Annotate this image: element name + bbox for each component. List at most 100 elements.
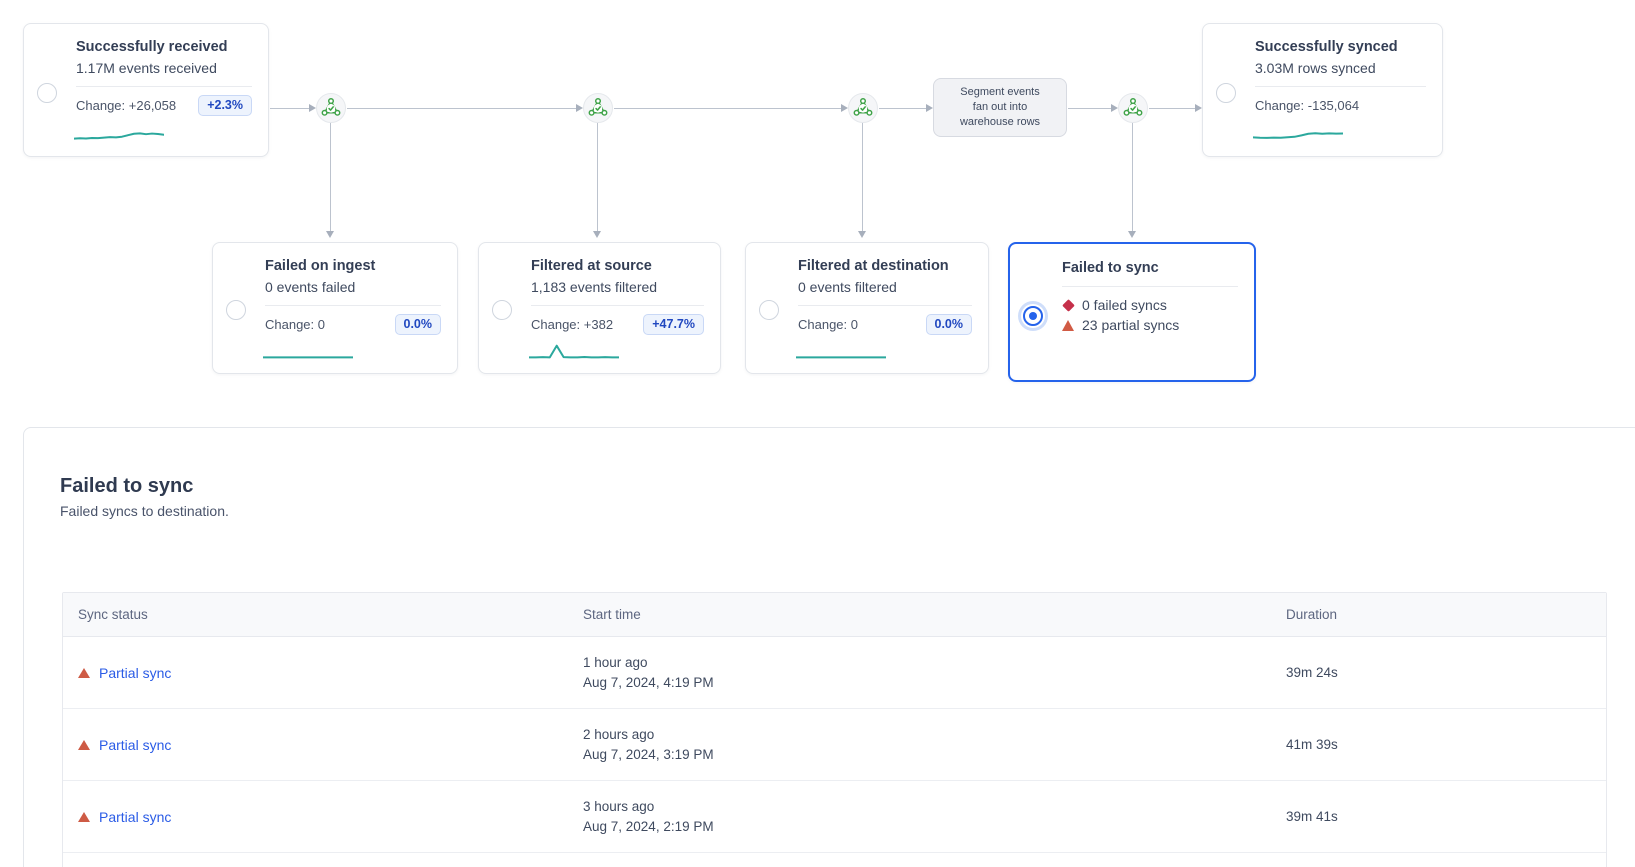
start-time-relative: 2 hours ago — [583, 725, 1286, 745]
card-subtitle: 0 events failed — [265, 277, 441, 298]
change-label: Change: +382 — [531, 317, 613, 332]
column-header-duration: Duration — [1286, 607, 1606, 622]
fanout-note-line: warehouse rows — [960, 115, 1040, 130]
flow-connector — [347, 108, 576, 109]
delivery-step-icon — [316, 93, 346, 123]
change-badge: +2.3% — [198, 95, 252, 116]
flow-connector — [330, 123, 331, 231]
card-filtered-at-destination[interactable]: Filtered at destination 0 events filtere… — [745, 242, 989, 374]
segment-connection-icon — [1122, 97, 1144, 119]
divider — [798, 305, 972, 306]
flow-connector — [597, 123, 598, 231]
arrowhead-icon — [593, 231, 601, 238]
delivery-step-icon — [848, 93, 878, 123]
table-row: Partial sync 2 hours ago Aug 7, 2024, 3:… — [63, 709, 1606, 781]
arrowhead-icon — [926, 104, 933, 112]
section-subtitle: Failed syncs to destination. — [60, 503, 229, 519]
divider — [1062, 286, 1238, 287]
start-time-datetime: Aug 7, 2024, 2:19 PM — [583, 817, 1286, 837]
delivery-step-icon — [583, 93, 613, 123]
sync-status-link[interactable]: Partial sync — [99, 809, 171, 825]
column-header-sync-status: Sync status — [63, 607, 583, 622]
sparkline-chart — [796, 343, 886, 361]
table-row: Partial sync 3 hours ago Aug 7, 2024, 2:… — [63, 781, 1606, 853]
section-title: Failed to sync — [60, 475, 193, 498]
sparkline-chart — [263, 343, 353, 361]
failed-syncs-diamond-icon — [1062, 299, 1075, 312]
duration-value: 41m 39s — [1286, 737, 1606, 752]
start-time-relative: 1 hour ago — [583, 653, 1286, 673]
delivery-overview-page: Segment events fan out into warehouse ro… — [0, 0, 1635, 867]
fanout-note-line: fan out into — [973, 100, 1027, 115]
sparkline-chart — [1253, 126, 1343, 144]
divider — [1255, 86, 1426, 87]
card-failed-on-ingest[interactable]: Failed on ingest 0 events failed Change:… — [212, 242, 458, 374]
change-label: Change: 0 — [265, 317, 325, 332]
table-row: Partial sync 1 hour ago Aug 7, 2024, 4:1… — [63, 637, 1606, 709]
radio-failed-to-sync[interactable] — [1023, 306, 1043, 326]
fanout-note-line: Segment events — [960, 85, 1040, 100]
fanout-note: Segment events fan out into warehouse ro… — [933, 78, 1067, 137]
divider — [265, 305, 441, 306]
radio-successfully-received[interactable] — [37, 83, 57, 103]
segment-connection-icon — [587, 97, 609, 119]
change-badge: +47.7% — [643, 314, 704, 335]
flow-connector — [614, 108, 841, 109]
card-subtitle: 1,183 events filtered — [531, 277, 704, 298]
change-label: Change: -135,064 — [1255, 98, 1359, 113]
column-header-start-time: Start time — [583, 607, 1286, 622]
partial-syncs-stat: 23 partial syncs — [1082, 315, 1179, 335]
arrowhead-icon — [576, 104, 583, 112]
radio-filtered-at-destination[interactable] — [759, 300, 779, 320]
arrowhead-icon — [1128, 231, 1136, 238]
flow-connector — [862, 123, 863, 231]
card-title: Successfully received — [76, 37, 252, 58]
card-subtitle: 1.17M events received — [76, 58, 252, 79]
flow-connector — [1149, 108, 1195, 109]
card-title: Successfully synced — [1255, 37, 1426, 58]
change-badge: 0.0% — [926, 314, 973, 335]
segment-connection-icon — [852, 97, 874, 119]
change-label: Change: 0 — [798, 317, 858, 332]
change-label: Change: +26,058 — [76, 98, 176, 113]
duration-value: 39m 24s — [1286, 665, 1606, 680]
partial-sync-triangle-icon — [78, 668, 90, 678]
partial-sync-triangle-icon — [78, 740, 90, 750]
table-header-row: Sync status Start time Duration — [63, 593, 1606, 637]
divider — [531, 305, 704, 306]
radio-successfully-synced[interactable] — [1216, 83, 1236, 103]
arrowhead-icon — [858, 231, 866, 238]
card-subtitle: 0 events filtered — [798, 277, 972, 298]
radio-failed-on-ingest[interactable] — [226, 300, 246, 320]
start-time-datetime: Aug 7, 2024, 3:19 PM — [583, 745, 1286, 765]
sparkline-chart — [74, 126, 164, 144]
duration-value: 39m 41s — [1286, 809, 1606, 824]
card-title: Failed to sync — [1062, 258, 1238, 279]
flow-connector — [1068, 108, 1111, 109]
card-successfully-synced[interactable]: Successfully synced 3.03M rows synced Ch… — [1202, 23, 1443, 157]
sync-status-link[interactable]: Partial sync — [99, 737, 171, 753]
sync-table: Sync status Start time Duration Partial … — [62, 592, 1607, 867]
card-title: Filtered at source — [531, 256, 704, 277]
arrowhead-icon — [1111, 104, 1118, 112]
delivery-step-icon — [1118, 93, 1148, 123]
card-subtitle: 3.03M rows synced — [1255, 58, 1426, 79]
arrowhead-icon — [841, 104, 848, 112]
card-filtered-at-source[interactable]: Filtered at source 1,183 events filtered… — [478, 242, 721, 374]
start-time-relative: 3 hours ago — [583, 797, 1286, 817]
card-title: Filtered at destination — [798, 256, 972, 277]
divider — [76, 86, 252, 87]
partial-syncs-triangle-icon — [1062, 320, 1074, 331]
table-row-partial — [63, 853, 1606, 867]
card-successfully-received[interactable]: Successfully received 1.17M events recei… — [23, 23, 269, 157]
radio-filtered-at-source[interactable] — [492, 300, 512, 320]
arrowhead-icon — [309, 104, 316, 112]
flow-connector — [1132, 123, 1133, 231]
arrowhead-icon — [1195, 104, 1202, 112]
arrowhead-icon — [326, 231, 334, 238]
sync-status-link[interactable]: Partial sync — [99, 665, 171, 681]
card-failed-to-sync[interactable]: Failed to sync 0 failed syncs 23 partial… — [1008, 242, 1256, 382]
change-badge: 0.0% — [395, 314, 442, 335]
start-time-datetime: Aug 7, 2024, 4:19 PM — [583, 673, 1286, 693]
partial-sync-triangle-icon — [78, 812, 90, 822]
